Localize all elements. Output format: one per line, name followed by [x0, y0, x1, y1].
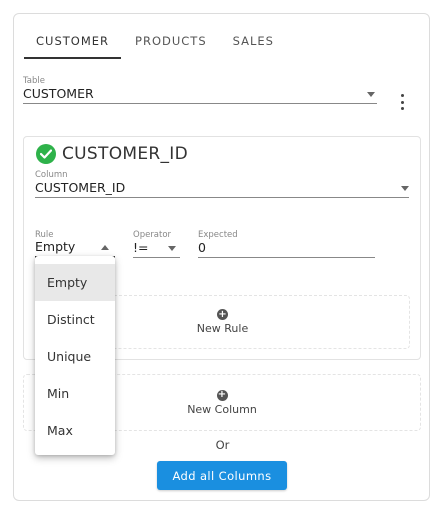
- caret-down-icon: [401, 186, 409, 191]
- tab-sales[interactable]: SALES: [221, 14, 286, 60]
- table-select-value: CUSTOMER: [23, 86, 94, 101]
- rule-dropdown-menu: Empty Distinct Unique Min Max: [35, 256, 115, 455]
- caret-up-icon: [101, 245, 109, 250]
- caret-down-icon: [168, 246, 176, 251]
- table-tabs: CUSTOMER PRODUCTS SALES: [24, 14, 288, 60]
- plus-circle-icon: +: [217, 308, 228, 320]
- rule-option-empty[interactable]: Empty: [35, 264, 115, 301]
- operator-select-label: Operator: [133, 230, 172, 240]
- expected-input[interactable]: Expected 0: [198, 230, 375, 258]
- tab-products[interactable]: PRODUCTS: [123, 14, 219, 60]
- plus-circle-icon: +: [216, 389, 228, 401]
- table-select-label: Table: [23, 76, 45, 86]
- more-vert-icon[interactable]: [399, 94, 405, 110]
- check-circle-icon: [36, 144, 56, 164]
- table-select[interactable]: Table CUSTOMER: [23, 76, 377, 104]
- column-title: CUSTOMER_ID: [62, 144, 188, 164]
- caret-down-icon: [367, 92, 375, 97]
- rule-select-value: Empty: [35, 239, 76, 254]
- expected-input-label: Expected: [198, 230, 238, 240]
- rule-option-distinct[interactable]: Distinct: [35, 301, 115, 338]
- add-all-columns-button[interactable]: Add all Columns: [157, 461, 287, 490]
- operator-select-value: !=: [133, 240, 149, 255]
- rule-select[interactable]: Rule Empty: [35, 230, 115, 258]
- tab-customer[interactable]: CUSTOMER: [24, 14, 122, 60]
- column-select[interactable]: Column CUSTOMER_ID: [35, 170, 409, 198]
- operator-select[interactable]: Operator !=: [133, 230, 180, 258]
- column-select-label: Column: [35, 170, 68, 180]
- new-column-label: New Column: [187, 402, 257, 416]
- rule-option-unique[interactable]: Unique: [35, 338, 115, 375]
- column-select-value: CUSTOMER_ID: [35, 180, 126, 195]
- new-rule-label: New Rule: [196, 322, 249, 335]
- rule-option-max[interactable]: Max: [35, 412, 115, 449]
- expected-input-value: 0: [198, 240, 206, 255]
- rule-option-min[interactable]: Min: [35, 375, 115, 412]
